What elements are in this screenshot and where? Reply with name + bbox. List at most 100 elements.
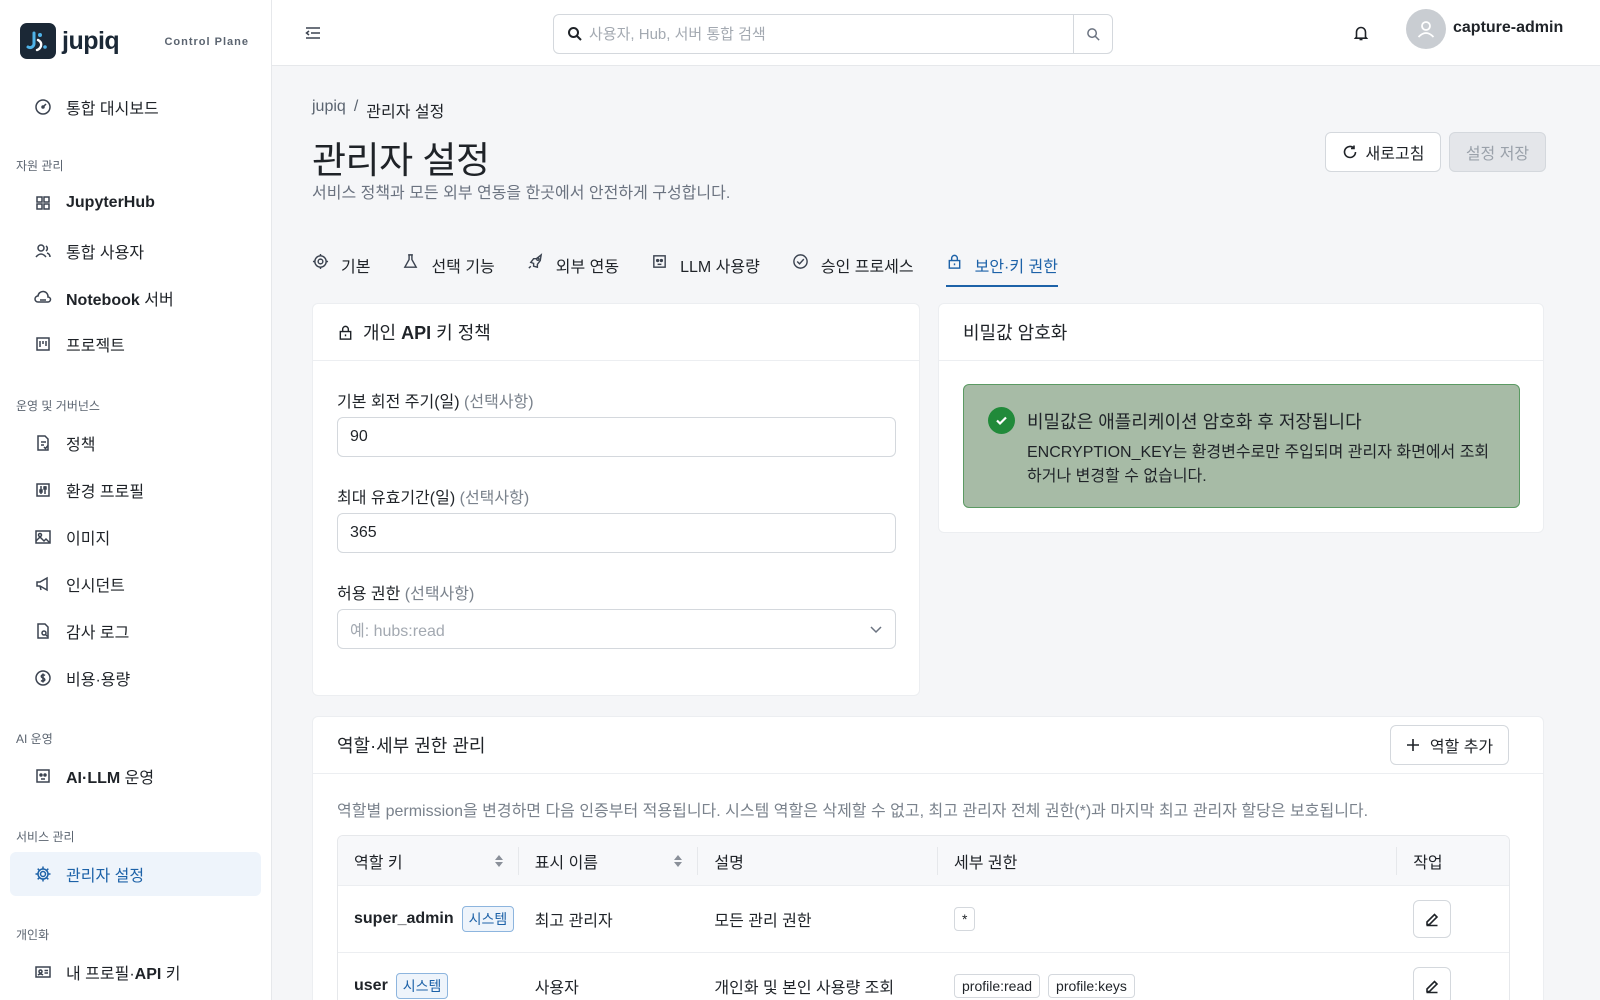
sidebar-item-notebook[interactable]: Notebook 서버 — [10, 276, 261, 320]
table-row: user 시스템 사용자 개인화 및 본인 사용량 조회 profile:rea… — [338, 953, 1509, 1000]
roles-card: 역할·세부 권한 관리 역할 추가 역할별 permission을 변경하면 다… — [312, 716, 1544, 1000]
table-row: super_admin 시스템 최고 관리자 모든 관리 권한 * — [338, 886, 1509, 953]
column-header: 작업 — [1413, 854, 1443, 872]
rotation-label: 기본 회전 주기(일) (선택사항) — [337, 388, 534, 412]
col-role-key[interactable]: 역할 키 — [338, 846, 519, 875]
nav-section-service: 서비스 관리 — [16, 830, 75, 844]
max-valid-days-input[interactable] — [337, 513, 896, 553]
sidebar-item-label-rest: 서버 — [139, 292, 174, 309]
sort-icon[interactable] — [494, 853, 504, 869]
sidebar-item-projects[interactable]: 프로젝트 — [10, 322, 261, 366]
column-header: 표시 이름 — [534, 854, 599, 872]
cell-display-name: 사용자 — [534, 980, 579, 997]
refresh-label: 새로고침 — [1365, 146, 1425, 163]
check-icon — [988, 407, 1015, 434]
col-display-name[interactable]: 표시 이름 — [519, 846, 699, 875]
sidebar-item-policy[interactable]: 정책 — [10, 421, 261, 465]
pencil-icon — [1426, 913, 1439, 927]
breadcrumb-root[interactable]: jupiq — [312, 98, 346, 122]
tab-optional-features[interactable]: 선택 기능 — [402, 247, 495, 287]
tab-label: 외부 연동 — [555, 259, 620, 276]
tab-label: 보안·키 권한 — [974, 259, 1058, 276]
lock-icon — [339, 325, 352, 340]
permission-tag: * — [954, 907, 976, 931]
system-badge: 시스템 — [395, 973, 449, 999]
rotation-days-input[interactable] — [337, 417, 896, 457]
nav-section-ops: 운영 및 거버넌스 — [16, 399, 100, 413]
permission-tag: profile:keys — [1048, 974, 1135, 998]
role-key: super_admin — [354, 910, 454, 927]
rotation-label-text: 기본 회전 주기(일) — [337, 394, 460, 411]
search-button[interactable] — [1073, 15, 1112, 53]
allowed-perm-select[interactable]: 예: hubs:read — [337, 609, 896, 649]
tab-approval[interactable]: 승인 프로세스 — [792, 247, 914, 287]
page-title: 관리자 설정 — [312, 140, 490, 181]
tab-basic[interactable]: 기본 — [312, 247, 370, 287]
bell-icon[interactable] — [1352, 24, 1370, 42]
tab-llm-usage[interactable]: LLM 사용량 — [651, 247, 760, 287]
allowed-perm-placeholder: 예: hubs:read — [350, 623, 445, 640]
refresh-button[interactable]: 새로고침 — [1325, 132, 1441, 172]
sort-icon[interactable] — [673, 853, 683, 869]
permission-tag: profile:read — [954, 974, 1041, 998]
sidebar-item-profile-keys[interactable]: 내 프로필·API 키 — [10, 950, 261, 994]
sidebar-item-admin-settings[interactable]: 관리자 설정 — [10, 852, 261, 896]
sidebar-item-users[interactable]: 통합 사용자 — [10, 229, 261, 273]
sidebar-item-label: 이미지 — [66, 531, 111, 548]
sidebar-item-label: 관리자 설정 — [66, 868, 145, 885]
search-icon — [1086, 27, 1100, 41]
flask-icon — [404, 254, 418, 268]
sidebar-item-ai-llm[interactable]: AI·LLM 운영 — [10, 754, 261, 798]
table-header: 역할 키 표시 이름 설명 세부 권한 작업 — [338, 836, 1509, 886]
optional-tag: (선택사항) — [464, 394, 534, 411]
audit-doc-icon — [37, 623, 49, 639]
avatar[interactable] — [1406, 9, 1446, 49]
brand[interactable]: jupiq Control Plane — [0, 0, 271, 82]
sidebar-item-dashboard[interactable]: 통합 대시보드 — [10, 85, 261, 129]
card-header: 비밀값 암호화 — [939, 304, 1543, 361]
gear-icon — [35, 866, 51, 882]
cell-role-key: super_admin 시스템 — [338, 886, 519, 952]
robot-icon — [36, 769, 50, 783]
card-title-rest: 키 정책 — [431, 323, 491, 343]
cell-actions — [1397, 953, 1509, 1000]
tab-external[interactable]: 외부 연동 — [527, 247, 619, 287]
sidebar-item-images[interactable]: 이미지 — [10, 515, 261, 559]
brand-name: jupiq — [62, 26, 120, 55]
sidebar-item-label: 내 프로필·API 키 — [66, 960, 181, 984]
sidebar-toggle-icon[interactable] — [304, 24, 322, 42]
sidebar-item-env-profile[interactable]: 환경 프로필 — [10, 468, 261, 512]
encryption-card: 비밀값 암호화 비밀값은 애플리케이션 암호화 후 저장됩니다 ENCRYPTI… — [938, 303, 1544, 533]
gauge-icon — [35, 99, 51, 115]
tab-security[interactable]: 보안·키 권한 — [945, 247, 1058, 287]
edit-role-button[interactable] — [1413, 967, 1452, 1000]
nav-section-personal: 개인화 — [16, 928, 50, 942]
edit-role-button[interactable] — [1413, 900, 1452, 938]
cell-permissions: profile:read profile:keys — [938, 953, 1397, 1000]
sidebar-item-incidents[interactable]: 인시던트 — [10, 562, 261, 606]
max-valid-label: 최대 유효기간(일) (선택사항) — [337, 484, 529, 508]
breadcrumb-separator: / — [353, 98, 359, 115]
column-header: 역할 키 — [354, 854, 403, 872]
nav-section-resources: 자원 관리 — [16, 159, 64, 173]
save-label: 설정 저장 — [1465, 146, 1530, 163]
megaphone-icon — [36, 576, 48, 592]
allowed-perm-label-text: 허용 권한 — [337, 586, 401, 603]
user-name[interactable]: capture-admin — [1453, 19, 1563, 37]
breadcrumb: jupiq / 관리자 설정 — [312, 98, 444, 122]
sidebar-item-cost[interactable]: 비용·용량 — [10, 656, 261, 700]
sidebar-item-label: 프로젝트 — [66, 338, 125, 355]
kanban-icon — [36, 337, 50, 351]
save-settings-button[interactable]: 설정 저장 — [1449, 132, 1546, 172]
chevron-down-icon — [870, 626, 882, 634]
pencil-icon — [1426, 980, 1439, 994]
sidebar-item-jupyterhub[interactable]: JupyterHub — [10, 181, 261, 225]
card-header: 개인 API 키 정책 — [313, 304, 919, 361]
sidebar-item-label: 감사 로그 — [66, 625, 130, 642]
tab-label: 승인 프로세스 — [820, 259, 914, 276]
sidebar-item-audit[interactable]: 감사 로그 — [10, 609, 261, 653]
api-key-policy-card: 개인 API 키 정책 기본 회전 주기(일) (선택사항) 최대 유효기간(일… — [312, 303, 920, 696]
add-role-button[interactable]: 역할 추가 — [1390, 725, 1509, 765]
search-input[interactable] — [589, 16, 1073, 52]
policy-doc-icon — [37, 435, 49, 451]
